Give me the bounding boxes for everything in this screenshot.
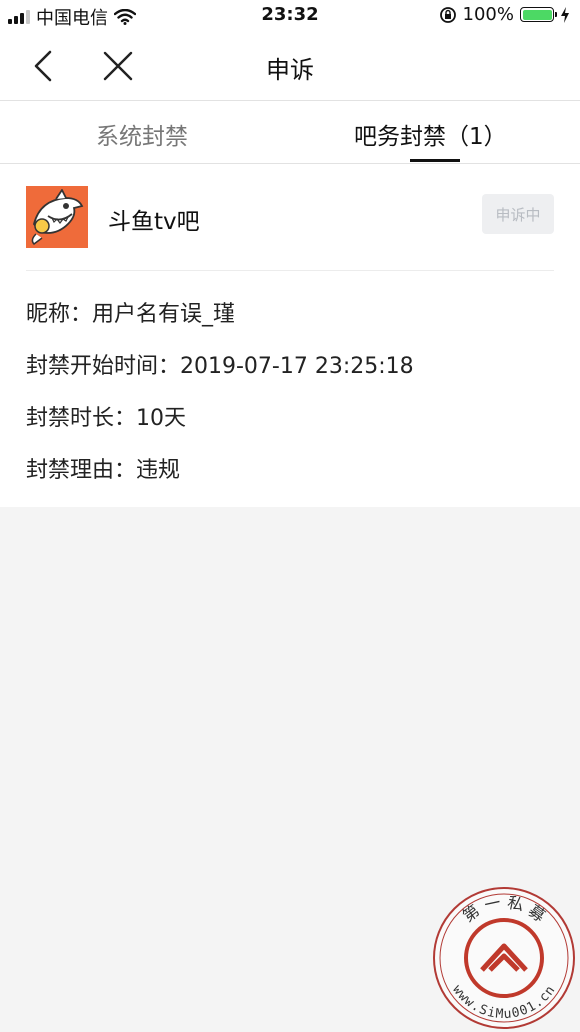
status-bar: 中国电信 23:32 100% [0,0,580,32]
nickname-row: 昵称：用户名有误_瑾 [26,302,236,327]
forum-name: 斗鱼tv吧 [108,209,200,235]
tab-system-ban[interactable]: 系统封禁 [96,117,188,151]
battery-percent: 100% [462,4,514,25]
status-right: 100% [439,4,570,25]
charging-icon [561,6,569,23]
tab-bar: 系统封禁 吧务封禁（1） [0,101,580,164]
card-divider [26,270,554,271]
tab-active-indicator [410,159,460,162]
ban-record-card: 斗鱼tv吧 申诉中 昵称：用户名有误_瑾 封禁开始时间：2019-07-17 2… [0,164,580,507]
nav-bar: 申诉 [0,32,580,101]
battery-icon [520,7,557,22]
ban-start-time-row: 封禁开始时间：2019-07-17 23:25:18 [26,354,414,379]
ban-duration-row: 封禁时长：10天 [26,406,186,431]
appeal-status-button[interactable]: 申诉中 [482,194,554,234]
page-title: 申诉 [266,56,314,84]
rotation-lock-icon [439,6,456,23]
ban-reason-row: 封禁理由：违规 [26,458,181,483]
douyu-shark-logo [26,186,88,248]
tab-forum-ban[interactable]: 吧务封禁（1） [354,117,507,151]
simu001-watermark-seal: 第 一 私 募 www.SiMu001.cn [433,887,575,1029]
